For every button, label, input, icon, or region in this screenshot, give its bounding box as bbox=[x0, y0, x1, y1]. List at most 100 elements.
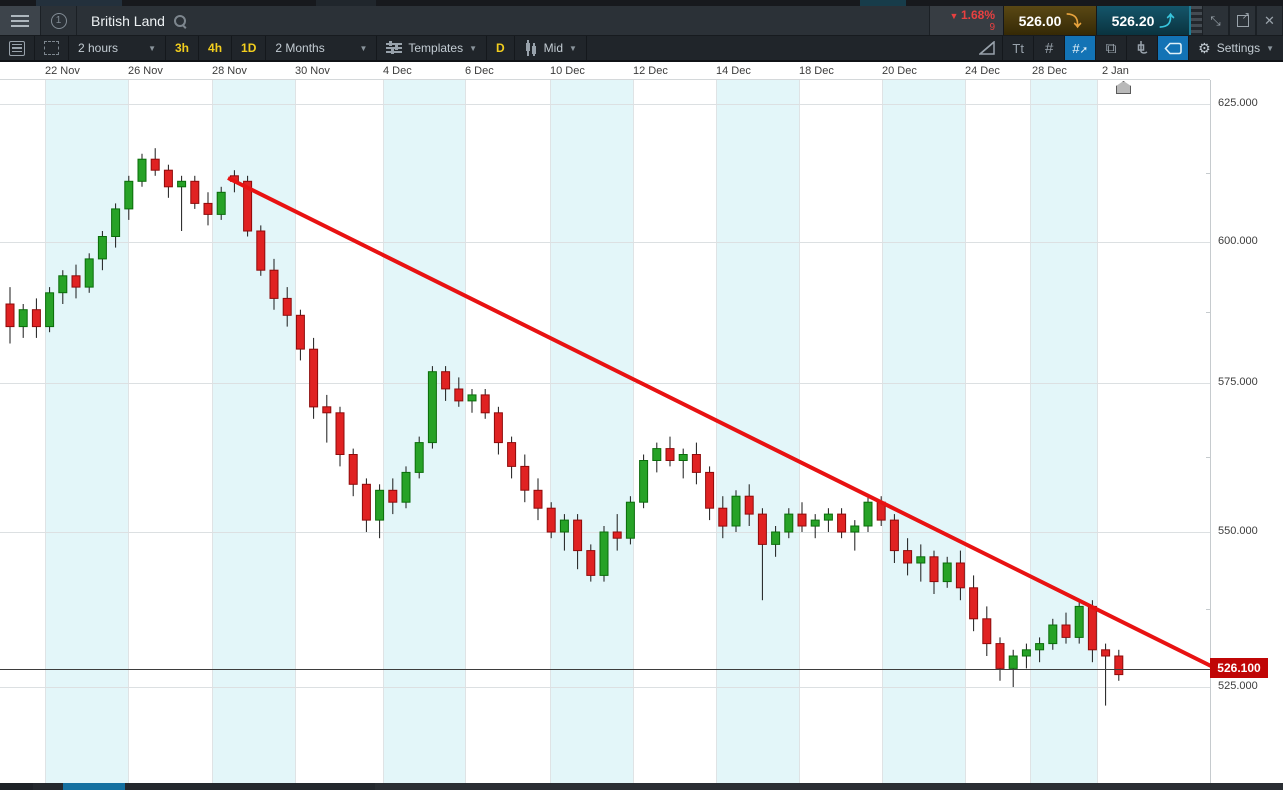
candle[interactable] bbox=[361, 483, 371, 521]
candle[interactable] bbox=[639, 460, 649, 503]
candle[interactable] bbox=[1035, 643, 1045, 651]
candle[interactable] bbox=[955, 562, 965, 589]
candle[interactable] bbox=[493, 412, 503, 444]
candle[interactable] bbox=[177, 180, 187, 188]
candle[interactable] bbox=[744, 495, 754, 515]
candle[interactable] bbox=[784, 513, 794, 533]
candle[interactable] bbox=[5, 303, 15, 328]
candle[interactable] bbox=[71, 275, 81, 288]
candle[interactable] bbox=[573, 519, 583, 552]
drag-handle[interactable] bbox=[1189, 6, 1202, 35]
candle[interactable] bbox=[467, 394, 477, 402]
candle[interactable] bbox=[903, 550, 913, 564]
buy-price-button[interactable]: 526.20 ⤴ bbox=[1096, 6, 1189, 35]
candle[interactable] bbox=[348, 454, 358, 485]
layout-button[interactable] bbox=[35, 36, 68, 60]
settings-dropdown[interactable]: ⚙ Settings ▼ bbox=[1189, 36, 1283, 60]
trendline[interactable] bbox=[227, 176, 1214, 669]
menu-button[interactable] bbox=[0, 6, 41, 35]
candle[interactable] bbox=[322, 406, 332, 414]
candle[interactable] bbox=[771, 531, 781, 545]
candle[interactable] bbox=[335, 412, 345, 455]
candle[interactable] bbox=[810, 519, 820, 527]
candle[interactable] bbox=[1074, 605, 1084, 638]
candle[interactable] bbox=[969, 587, 979, 620]
candle[interactable] bbox=[216, 191, 226, 215]
price-label-tool-button[interactable] bbox=[1158, 36, 1189, 60]
candle[interactable] bbox=[203, 202, 213, 215]
candle[interactable] bbox=[480, 394, 490, 414]
candle[interactable] bbox=[823, 513, 833, 521]
candle[interactable] bbox=[546, 507, 556, 533]
text-tool-button[interactable]: Tt bbox=[1003, 36, 1033, 60]
candle[interactable] bbox=[1021, 649, 1031, 657]
candle[interactable] bbox=[982, 618, 992, 645]
candle[interactable] bbox=[454, 388, 464, 402]
candle[interactable] bbox=[665, 448, 675, 462]
candle[interactable] bbox=[1008, 655, 1018, 669]
candle[interactable] bbox=[652, 448, 662, 462]
candle[interactable] bbox=[1101, 649, 1111, 657]
candle[interactable] bbox=[150, 158, 160, 171]
candle[interactable] bbox=[427, 371, 437, 444]
candle[interactable] bbox=[441, 371, 451, 390]
candle[interactable] bbox=[507, 442, 517, 467]
day-session-button[interactable]: D bbox=[487, 36, 514, 60]
candle[interactable] bbox=[97, 236, 107, 260]
candle[interactable] bbox=[705, 471, 715, 509]
price-type-dropdown[interactable]: Mid ▼ bbox=[515, 36, 586, 60]
link-group-button[interactable]: 1 bbox=[41, 6, 77, 35]
candle[interactable] bbox=[612, 531, 622, 539]
range-dropdown[interactable]: 2 Months ▼ bbox=[266, 36, 376, 60]
candle[interactable] bbox=[124, 180, 134, 210]
candle[interactable] bbox=[256, 230, 266, 271]
price-chart[interactable]: 625.000 600.000 575.000 550.000 525.000 22 No… bbox=[0, 62, 1283, 783]
candle[interactable] bbox=[45, 292, 55, 328]
candle[interactable] bbox=[1061, 624, 1071, 638]
candle[interactable] bbox=[520, 465, 530, 491]
candle[interactable] bbox=[190, 180, 200, 204]
popout-button[interactable]: ↗ bbox=[1229, 6, 1256, 35]
candle[interactable] bbox=[58, 275, 68, 294]
candle[interactable] bbox=[163, 169, 173, 188]
candle[interactable] bbox=[295, 314, 305, 350]
candle[interactable] bbox=[414, 442, 424, 473]
candle[interactable] bbox=[586, 550, 596, 576]
candle[interactable] bbox=[559, 519, 569, 533]
candle[interactable] bbox=[942, 562, 952, 583]
candle[interactable] bbox=[837, 513, 847, 533]
candle[interactable] bbox=[797, 513, 807, 527]
candle[interactable] bbox=[678, 454, 688, 461]
grid-toggle-button[interactable]: # bbox=[1034, 36, 1064, 60]
candle[interactable] bbox=[84, 258, 94, 288]
templates-dropdown[interactable]: Templates ▼ bbox=[377, 36, 486, 60]
interval-dropdown[interactable]: 2 hours ▼ bbox=[69, 36, 165, 60]
candle[interactable] bbox=[269, 269, 279, 299]
candle[interactable] bbox=[850, 525, 860, 533]
candle[interactable] bbox=[1087, 605, 1097, 651]
candle[interactable] bbox=[111, 208, 121, 237]
interval-3h-button[interactable]: 3h bbox=[166, 36, 198, 60]
candle[interactable] bbox=[599, 531, 609, 576]
candle[interactable] bbox=[757, 513, 767, 545]
candle[interactable] bbox=[731, 495, 741, 527]
candle[interactable] bbox=[1114, 655, 1124, 676]
candle[interactable] bbox=[691, 454, 701, 473]
interval-1d-button[interactable]: 1D bbox=[232, 36, 265, 60]
layers-button[interactable]: ⧉ bbox=[1096, 36, 1126, 60]
sell-price-button[interactable]: 526.00 ⤵ bbox=[1003, 6, 1096, 35]
trend-tool-button[interactable] bbox=[972, 36, 1002, 60]
candle[interactable] bbox=[625, 501, 635, 539]
candle[interactable] bbox=[929, 556, 939, 583]
collapse-button[interactable]: ⤡ bbox=[1202, 6, 1229, 35]
candle[interactable] bbox=[375, 489, 385, 521]
candle[interactable] bbox=[309, 348, 319, 408]
candle[interactable] bbox=[388, 489, 398, 503]
close-button[interactable]: ✕ bbox=[1256, 6, 1283, 35]
candle[interactable] bbox=[31, 309, 41, 328]
search-icon[interactable] bbox=[173, 14, 187, 28]
candle[interactable] bbox=[863, 501, 873, 527]
candle[interactable] bbox=[137, 158, 147, 182]
interval-4h-button[interactable]: 4h bbox=[199, 36, 231, 60]
candle[interactable] bbox=[916, 556, 926, 564]
